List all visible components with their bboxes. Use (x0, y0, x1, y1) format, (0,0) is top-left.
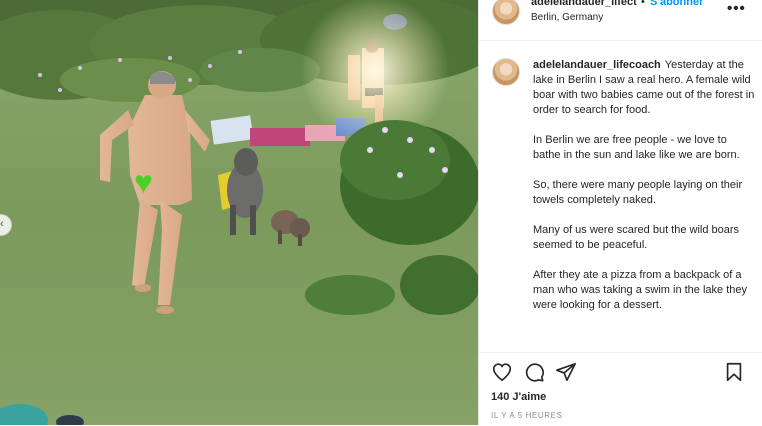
caption-username[interactable]: adelelandauer_lifecoach (533, 59, 661, 71)
lake-scene-image (0, 0, 478, 425)
caption-paragraph: So, there were many people laying on the… (533, 179, 743, 206)
post-timestamp: IL Y A 5 HEURES (491, 411, 563, 420)
avatar[interactable] (492, 0, 520, 25)
caption-avatar[interactable] (492, 58, 520, 86)
action-bar: 140 J'aime IL Y A 5 HEURES (479, 352, 762, 426)
caption-paragraph: After they ate a pizza from a backpack o… (533, 269, 747, 311)
post-header: adelelandauer_lifect • S'abonner Berlin,… (479, 0, 762, 41)
chevron-left-icon: ‹ (0, 218, 4, 230)
likes-count[interactable]: 140 J'aime (491, 391, 546, 403)
comment-icon[interactable] (523, 361, 545, 383)
caption-area[interactable]: adelelandauer_lifecoach Yesterday at the … (479, 48, 762, 352)
post-photo[interactable]: ♥ ‹ (0, 0, 478, 425)
caption-paragraph: Many of us were scared but the wild boar… (533, 224, 740, 251)
header-username[interactable]: adelelandauer_lifect (531, 0, 637, 8)
send-icon[interactable] (555, 361, 577, 383)
bookmark-icon[interactable] (723, 361, 745, 383)
follow-button[interactable]: S'abonner (650, 0, 703, 8)
caption-text: adelelandauer_lifecoach Yesterday at the … (533, 58, 757, 328)
green-heart-icon: ♥ (134, 164, 153, 200)
separator-dot: • (641, 0, 645, 8)
heart-icon[interactable] (491, 361, 513, 383)
location-link[interactable]: Berlin, Germany (531, 12, 603, 23)
ellipsis-icon[interactable]: ••• (727, 0, 746, 17)
caption-paragraph: adelelandauer_lifecoach Yesterday at the … (533, 59, 755, 116)
post-panel: adelelandauer_lifect • S'abonner Berlin,… (478, 0, 762, 425)
caption-paragraph: In Berlin we are free people - we love t… (533, 134, 740, 161)
